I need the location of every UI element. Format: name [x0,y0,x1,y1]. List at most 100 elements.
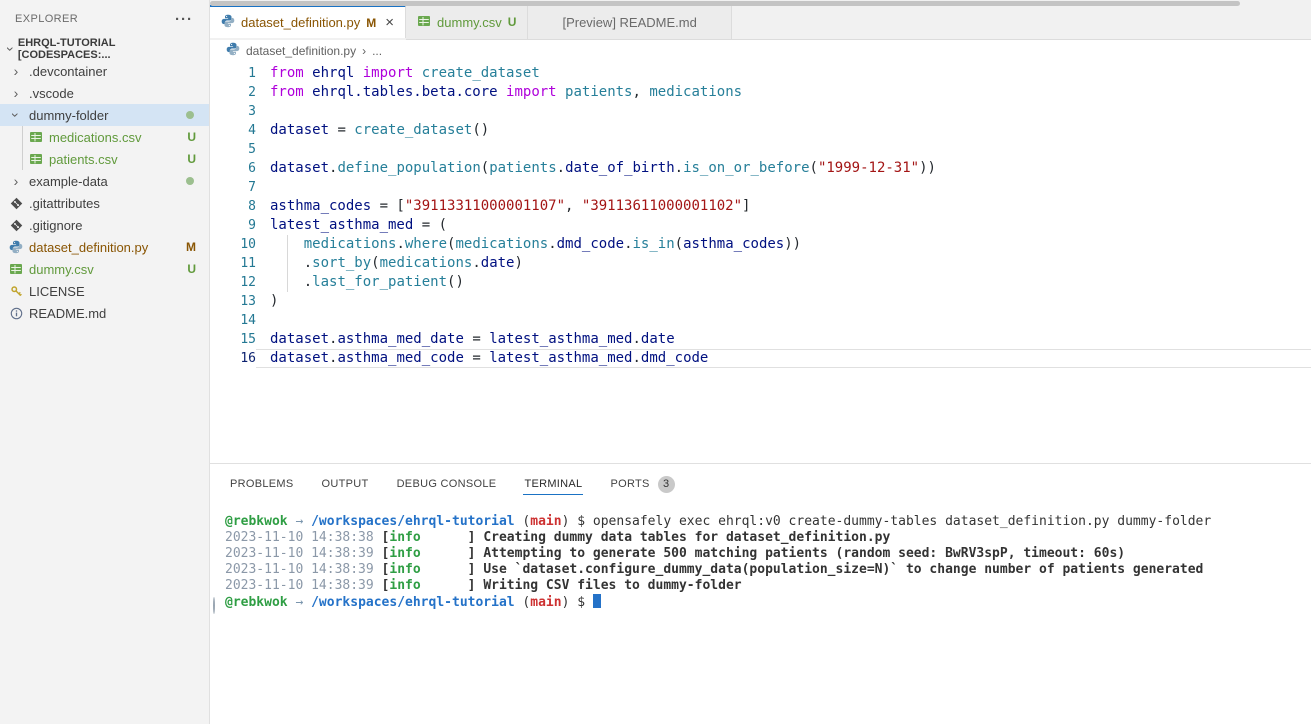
code-line[interactable]: 16dataset.asthma_med_code = latest_asthm… [210,349,1311,368]
breadcrumb-symbol[interactable]: ... [372,44,382,58]
command-decoration-icon[interactable] [211,514,225,530]
git-status-badge: M [366,16,376,30]
command-decoration-icon[interactable] [211,594,225,614]
panel-tab-debug-console[interactable]: DEBUG CONSOLE [396,474,498,494]
tree-item-gitattributes[interactable]: .gitattributes [0,192,209,214]
tab-dummy-csv[interactable]: dummy.csvU [406,5,528,40]
code-line[interactable]: 4dataset = create_dataset() [210,121,1311,140]
code-line[interactable]: 15dataset.asthma_med_date = latest_asthm… [210,330,1311,349]
file-tree: › .devcontainer ›.vscode›dummy-foldermedic… [0,60,209,324]
code-line[interactable]: 12 .last_for_patient() [210,273,1311,292]
chevron-right-icon: › [8,63,24,79]
terminal-text: @rebkwok → /workspaces/ehrql-tutorial (m… [225,514,1211,530]
panel-tab-ports[interactable]: PORTS3 [609,472,675,497]
line-number: 16 [210,349,256,368]
indent-guide [287,235,288,254]
vscode-window: EXPLORER ··· › EHRQL-TUTORIAL [CODESPACE… [0,0,1311,724]
code-line[interactable]: 6dataset.define_population(patients.date… [210,159,1311,178]
breadcrumb-file[interactable]: dataset_definition.py [246,44,356,58]
workspace-section-header[interactable]: › EHRQL-TUTORIAL [CODESPACES:... [0,38,209,60]
code-line[interactable]: 11 .sort_by(medications.date) [210,254,1311,273]
tab-dataset-definition-py[interactable]: dataset_definition.pyM× [210,5,406,38]
tree-item-label: README.md [29,306,106,321]
terminal-gutter [211,530,225,546]
code-editor[interactable]: 1from ehrql import create_dataset2from e… [210,61,1311,466]
explorer-more-actions-button[interactable]: ··· [175,11,193,28]
line-number: 13 [210,292,256,311]
tab-preview-readme-md[interactable]: [Preview] README.md [528,5,731,40]
tree-item-dataset-definition-py[interactable]: dataset_definition.pyM [0,236,209,258]
line-number: 12 [210,273,256,292]
line-content: asthma_codes = ["39113311000001107", "39… [256,197,1311,216]
line-content: latest_asthma_med = ( [256,216,1311,235]
tree-item-label: dummy.csv [29,262,94,277]
line-content [256,102,1311,121]
git-icon [8,219,24,232]
terminal-line: 2023-11-10 14:38:39 [info ] Attempting t… [211,546,1311,562]
code-line[interactable]: 14 [210,311,1311,330]
tree-item-label: LICENSE [29,284,85,299]
panel-tab-label: TERMINAL [524,478,582,490]
tree-item-label: .gitattributes [29,196,100,211]
terminal-line: 2023-11-10 14:38:39 [info ] Writing CSV … [211,578,1311,594]
csv-table-icon [28,130,44,144]
terminal-text: @rebkwok → /workspaces/ehrql-tutorial (m… [225,594,601,614]
code-line[interactable]: 10 medications.where(medications.dmd_cod… [210,235,1311,254]
tree-item-license[interactable]: LICENSE [0,280,209,302]
code-line[interactable]: 7 [210,178,1311,197]
line-number: 15 [210,330,256,349]
code-line[interactable]: 2from ehrql.tables.beta.core import pati… [210,83,1311,102]
breadcrumb[interactable]: dataset_definition.py › ... [210,40,1311,61]
close-icon[interactable]: × [385,14,394,31]
bottom-panel: PROBLEMS OUTPUT DEBUG CONSOLE TERMINAL PORTS… [210,463,1311,724]
python-icon [8,240,24,254]
panel-tab-label: PORTS [610,478,649,490]
code-line[interactable]: 13) [210,292,1311,311]
python-icon [226,42,240,59]
line-number: 2 [210,83,256,102]
tree-item-readme-md[interactable]: README.md [0,302,209,324]
explorer-sidebar: EXPLORER ··· › EHRQL-TUTORIAL [CODESPACE… [0,0,210,724]
tree-item-example-data[interactable]: ›example-data [0,170,209,192]
tree-item-gitignore[interactable]: .gitignore [0,214,209,236]
code-line[interactable]: 9latest_asthma_med = ( [210,216,1311,235]
tree-item-medications-csv[interactable]: medications.csvU [0,126,209,148]
csv-table-icon [8,262,24,276]
tree-item-dummy-folder[interactable]: ›dummy-folder [0,104,209,126]
tab-label: dummy.csv [437,15,502,30]
terminal[interactable]: @rebkwok → /workspaces/ehrql-tutorial (m… [210,504,1311,614]
tree-item-dummy-csv[interactable]: dummy.csvU [0,258,209,280]
line-number: 6 [210,159,256,178]
chevron-right-icon: › [8,173,24,189]
code-line[interactable]: 3 [210,102,1311,121]
line-number: 10 [210,235,256,254]
tree-item-label: .devcontainer [29,64,107,79]
tree-item-patients-csv[interactable]: patients.csvU [0,148,209,170]
terminal-text: 2023-11-10 14:38:39 [info ] Attempting t… [225,546,1125,562]
tree-item-devcontainer[interactable]: › .devcontainer [0,60,209,82]
python-icon [221,14,235,31]
code-line[interactable]: 8asthma_codes = ["39113311000001107", "3… [210,197,1311,216]
line-number: 5 [210,140,256,159]
panel-tab-terminal[interactable]: TERMINAL [523,474,583,495]
terminal-gutter [211,578,225,594]
git-icon [8,197,24,210]
editor-area: dataset_definition.py M × dummy.csvU[Previe… [210,0,1311,724]
code-line[interactable]: 5 [210,140,1311,159]
panel-tabbar: PROBLEMS OUTPUT DEBUG CONSOLE TERMINAL PORTS… [210,464,1311,504]
line-content: ) [256,292,1311,311]
tabbar-empty-space [732,5,1311,40]
terminal-line: 2023-11-10 14:38:39 [info ] Use `dataset… [211,562,1311,578]
tree-item-vscode[interactable]: ›.vscode [0,82,209,104]
terminal-text: 2023-11-10 14:38:39 [info ] Use `dataset… [225,562,1203,578]
code-line[interactable]: 1from ehrql import create_dataset [210,64,1311,83]
terminal-gutter [211,562,225,578]
indent-guide [287,273,288,292]
command-prompt-circle-icon [213,597,215,614]
tab-scrollbar[interactable] [210,1,1240,6]
panel-tab-problems[interactable]: PROBLEMS [229,474,295,494]
line-content: .last_for_patient() [256,273,1311,292]
chevron-down-icon: › [3,42,19,56]
panel-tab-label: DEBUG CONSOLE [397,478,497,490]
panel-tab-output[interactable]: OUTPUT [321,474,370,494]
